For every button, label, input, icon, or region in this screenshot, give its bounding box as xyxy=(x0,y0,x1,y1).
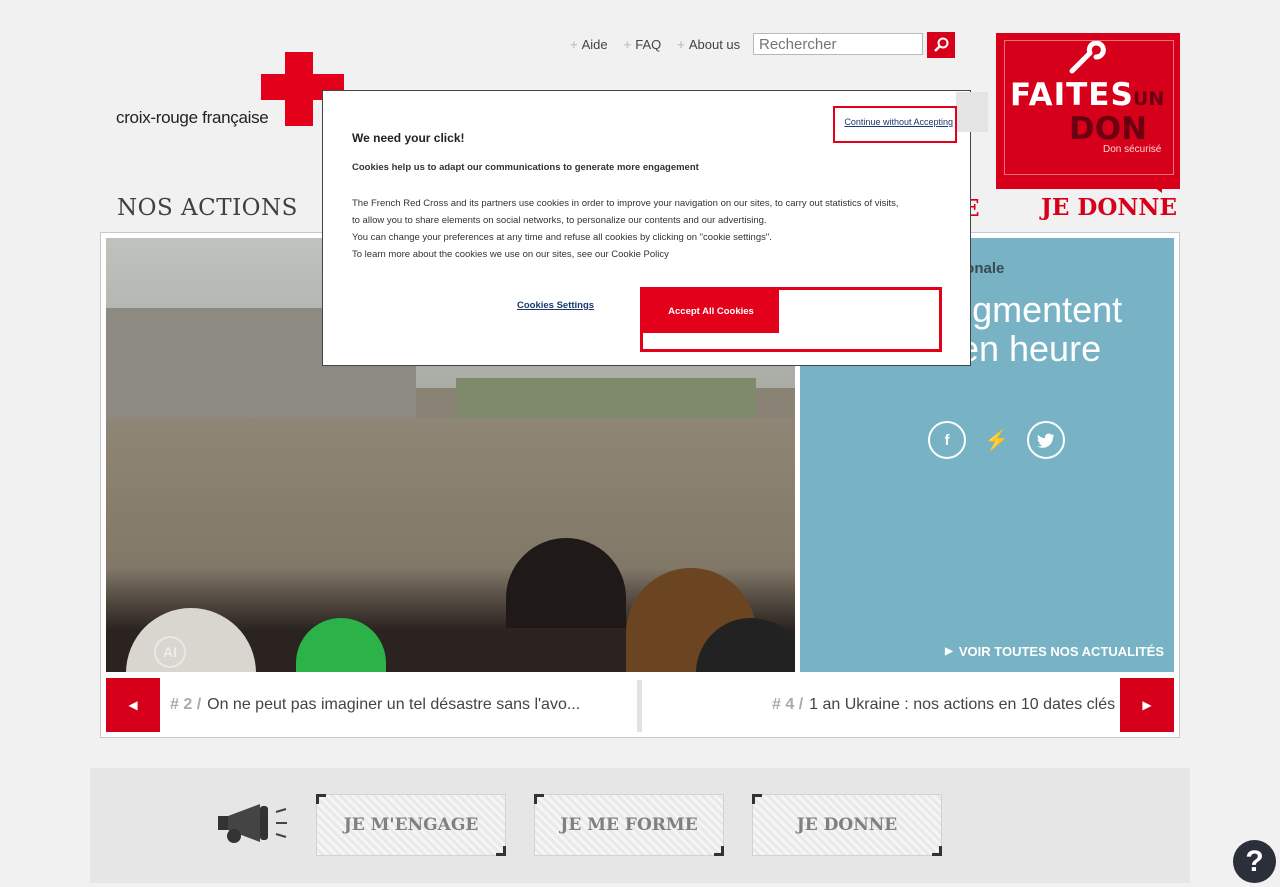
chevron-right-icon: ▶ xyxy=(1142,698,1152,712)
dialog-paragraph: You can change your preferences at any t… xyxy=(352,232,772,243)
dialog-title: We need your click! xyxy=(352,131,465,145)
search-input[interactable] xyxy=(753,33,923,55)
top-links: + Aide + FAQ + About us xyxy=(570,37,740,52)
dialog-paragraph: The French Red Cross and its partners us… xyxy=(352,198,899,209)
donate-banner[interactable]: FAITES UN DON Don sécurisé xyxy=(996,33,1180,193)
corner xyxy=(714,846,724,856)
cta-je-donne[interactable]: JE DONNE xyxy=(752,794,942,856)
twitter-bird-icon xyxy=(1036,433,1054,448)
cta-je-m-engage[interactable]: JE M'ENGAGE xyxy=(316,794,506,856)
prev-slide-title[interactable]: # 2 / On ne peut pas imaginer un tel désa… xyxy=(170,696,580,714)
donate-line3: DON xyxy=(1069,111,1148,147)
chevron-right-icon: ▶ xyxy=(945,646,953,657)
corner xyxy=(752,794,762,804)
dialog-paragraph: to allow you to share elements on social… xyxy=(352,215,767,226)
corner xyxy=(316,794,326,804)
prev-slide-number: # 2 / xyxy=(170,696,202,713)
donate-line2: UN xyxy=(1133,88,1165,110)
logo[interactable]: croix-rouge française xyxy=(116,52,348,132)
nav-je-donne[interactable]: JE DONNE xyxy=(1041,194,1177,221)
next-slide-label: 1 an Ukraine : nos actions en 10 dates c… xyxy=(809,696,1116,713)
nav-nos-actions[interactable]: NOS ACTIONS xyxy=(117,195,298,221)
next-slide-title[interactable]: # 4 / 1 an Ukraine : nos actions en 10 da… xyxy=(772,696,1115,714)
help-link-label: Aide xyxy=(581,37,608,52)
twitter-icon[interactable] xyxy=(1026,421,1065,459)
see-all-news-link[interactable]: ▶ VOIR TOUTES NOS ACTUALITÉS xyxy=(945,644,1164,659)
ai-watermark-icon: AI xyxy=(154,636,186,668)
about-link[interactable]: + About us xyxy=(677,37,740,52)
next-slide-button[interactable]: ▶ xyxy=(1120,678,1174,732)
cookies-settings-button[interactable]: Cookies Settings xyxy=(517,300,594,311)
divider xyxy=(637,680,642,732)
about-link-label: About us xyxy=(688,37,741,52)
cookie-consent-dialog: Continue without Accepting We need your … xyxy=(322,90,988,366)
corner xyxy=(496,846,506,856)
chevron-left-icon: ◀ xyxy=(128,698,138,712)
dialog-body: The French Red Cross and its partners us… xyxy=(352,195,952,263)
wrench-icon xyxy=(1069,41,1106,74)
faq-link-label: FAQ xyxy=(635,37,662,52)
donate-tail xyxy=(1146,181,1162,193)
share-bar: f ⚡ xyxy=(928,421,1065,459)
accept-all-cookies-button[interactable]: Accept All Cookies xyxy=(643,290,779,333)
cookie-policy-paragraph[interactable]: To learn more about the cookies we use o… xyxy=(352,246,952,263)
prev-slide-label: On ne peut pas imaginer un tel désastre … xyxy=(207,696,581,713)
dialog-shadow xyxy=(956,92,988,132)
search-button[interactable] xyxy=(927,32,955,58)
cta-label: JE DONNE xyxy=(796,815,898,835)
search-icon xyxy=(934,37,949,52)
help-link[interactable]: + Aide xyxy=(570,37,608,52)
plus-icon: + xyxy=(677,37,685,52)
help-question-icon[interactable]: ? xyxy=(1233,840,1276,883)
facebook-icon[interactable]: f xyxy=(928,421,966,459)
cta-label: JE ME FORME xyxy=(560,815,698,835)
corner xyxy=(534,794,544,804)
continue-without-accepting-link[interactable]: Continue without Accepting xyxy=(833,106,957,143)
corner xyxy=(932,846,942,856)
megaphone-icon xyxy=(218,804,287,843)
prev-slide-button[interactable]: ◀ xyxy=(106,678,160,732)
cta-label: JE M'ENGAGE xyxy=(343,815,479,835)
faq-link[interactable]: + FAQ xyxy=(624,37,662,52)
donate-secure: Don sécurisé xyxy=(1103,144,1162,155)
donate-line1: FAITES xyxy=(1010,77,1134,113)
dialog-subtitle: Cookies help us to adapt our communicati… xyxy=(352,162,699,173)
logo-text: croix-rouge française xyxy=(116,108,269,127)
plus-icon: + xyxy=(623,37,632,52)
see-all-label: VOIR TOUTES NOS ACTUALITÉS xyxy=(958,644,1164,659)
next-slide-number: # 4 / xyxy=(772,696,804,713)
cta-je-me-forme[interactable]: JE ME FORME xyxy=(534,794,724,856)
lightning-icon: ⚡ xyxy=(984,429,1009,452)
plus-icon: + xyxy=(570,37,578,52)
